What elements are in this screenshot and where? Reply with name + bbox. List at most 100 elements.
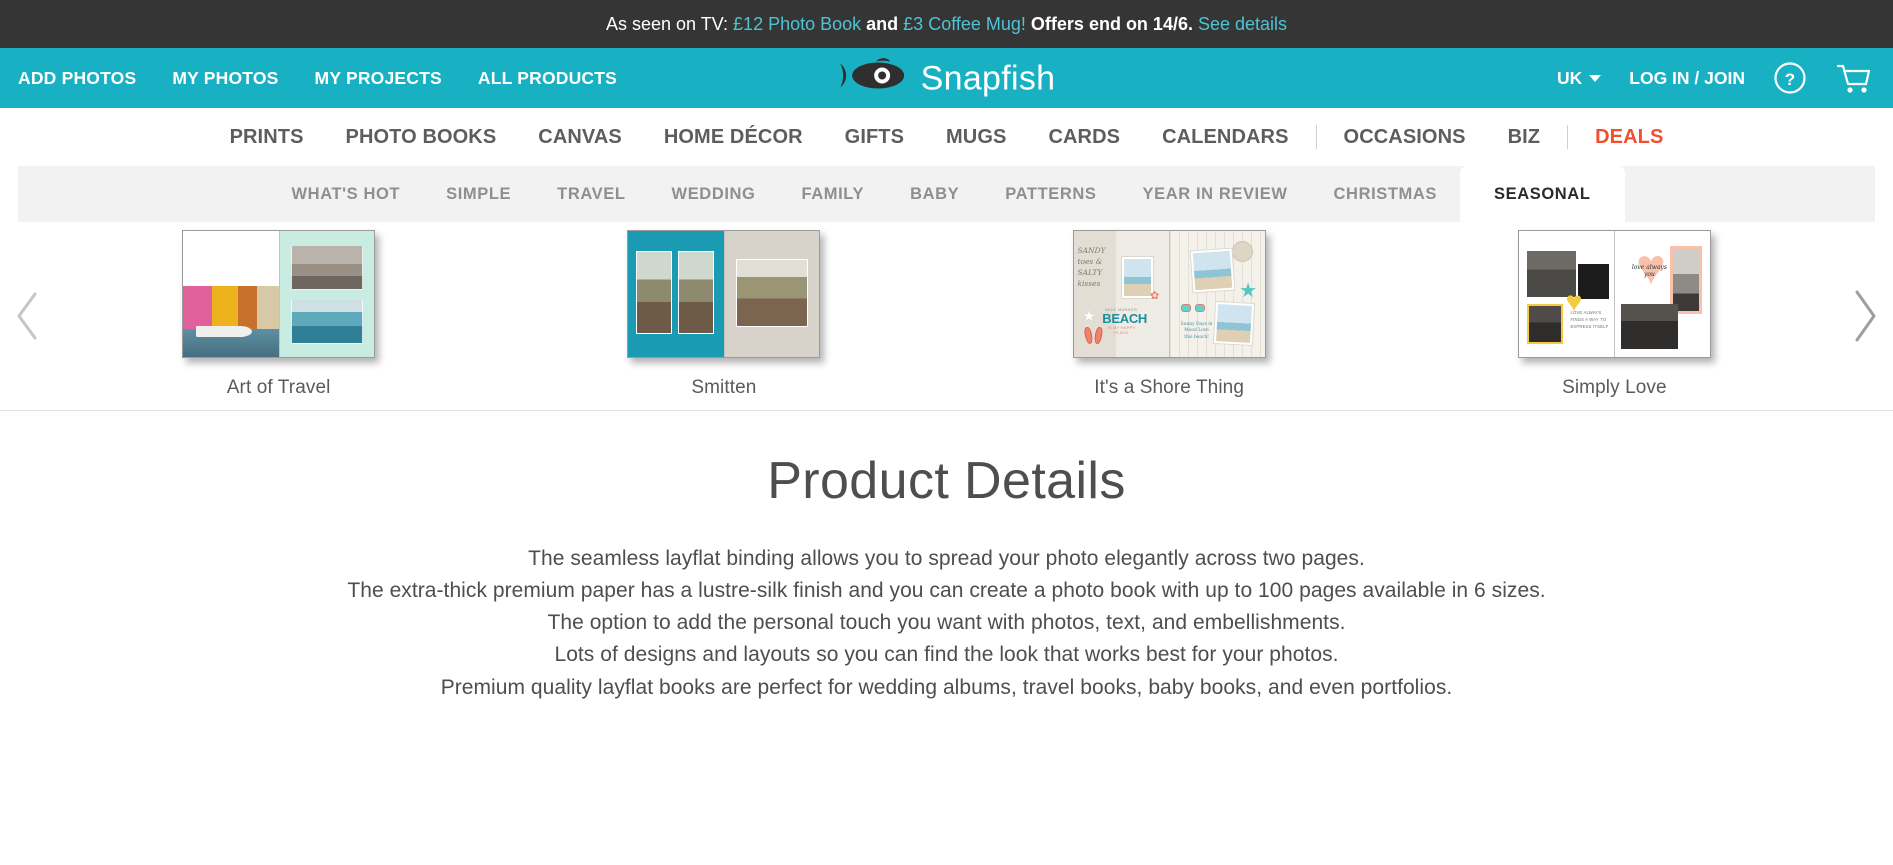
photo-couple-2 [678,251,715,335]
snapfish-logo[interactable]: Snapfish [838,58,1056,99]
shopping-cart-icon[interactable] [1835,61,1873,95]
detail-line: Lots of designs and layouts so you can f… [554,643,1339,667]
book-page-left [628,231,724,357]
flower-icon: ✿ [1150,290,1160,303]
promo-joiner: and [861,13,904,34]
snapfish-fish-logo-icon [838,58,912,99]
category-prints[interactable]: PRINTS [209,126,325,149]
nav-item-my-photos[interactable]: MY PHOTOS [172,68,278,89]
starfish-icon: ★ [1239,280,1258,303]
nav-item-add-photos[interactable]: ADD PHOTOS [18,68,136,89]
theme-tab-strip: WHAT'S HOT SIMPLE TRAVEL WEDDING FAMILY … [18,166,1875,222]
nav-item-my-projects[interactable]: MY PROJECTS [315,68,442,89]
design-carousel: Art of Travel Smitten SANDY toes & SALTY… [0,222,1893,410]
book-preview-simply-love: ♥ LOVE ALWAYS FINDS A WAY TO EXPRESS ITS… [1517,230,1711,358]
design-card-art-of-travel[interactable]: Art of Travel [179,230,379,399]
beach-label-sub: IS MY HAPPY PLACE [1107,324,1136,335]
chevron-right-icon[interactable] [1837,288,1893,344]
tab-christmas[interactable]: CHRISTMAS [1311,166,1460,222]
book-preview-its-a-shore-thing: SANDY toes & SALTY kisses ★ ✿ MILE MARKE… [1072,230,1266,358]
category-deals[interactable]: DEALS [1574,126,1684,149]
primary-nav-right-group: UK LOG IN / JOIN ? [1557,48,1873,108]
chevron-down-icon [1589,74,1602,82]
book-page-right: ★ Sunny Days in Mood Love this beach! [1169,231,1265,357]
shore-thing-script-text: SANDY toes & SALTY kisses [1077,246,1106,288]
design-card-label: It's a Shore Thing [1094,377,1245,398]
tab-year-in-review[interactable]: YEAR IN REVIEW [1120,166,1311,222]
category-gifts[interactable]: GIFTS [824,126,925,149]
log-in-join-link[interactable]: LOG IN / JOIN [1629,68,1745,89]
tab-patterns[interactable]: PATTERNS [982,166,1119,222]
tab-seasonal[interactable]: SEASONAL [1460,166,1625,222]
detail-line: The extra-thick premium paper has a lust… [347,579,1546,603]
polaroid-photo-girl-running [1212,300,1255,346]
nav-divider [1315,125,1317,149]
tab-travel[interactable]: TRAVEL [534,166,648,222]
tab-baby[interactable]: BABY [887,166,982,222]
simply-love-caption: LOVE ALWAYS FINDS A WAY TO EXPRESS ITSEL… [1570,310,1609,330]
tab-family[interactable]: FAMILY [778,166,887,222]
book-preview-art-of-travel [182,230,376,358]
book-page-left: ♥ LOVE ALWAYS FINDS A WAY TO EXPRESS ITS… [1518,231,1615,357]
photo-couple-kiss-large [1621,304,1678,350]
page-title: Product Details [767,452,1126,510]
promo-banner: As seen on TV: £12 Photo Book and £3 Cof… [0,0,1893,48]
nav-divider [1567,125,1569,149]
sunglasses-icon [1181,304,1206,313]
chevron-left-icon[interactable] [0,290,56,342]
design-card-label: Smitten [691,377,757,398]
promo-prefix: As seen on TV: [605,13,734,34]
promo-see-details-link[interactable]: See details [1198,14,1287,35]
design-card-its-a-shore-thing[interactable]: SANDY toes & SALTY kisses ★ ✿ MILE MARKE… [1069,230,1269,399]
locale-label: UK [1557,67,1583,88]
category-mugs[interactable]: MUGS [925,126,1027,149]
boat-shape [196,325,252,337]
book-page-left: SANDY toes & SALTY kisses ★ ✿ MILE MARKE… [1073,231,1170,357]
book-page-left [183,231,279,357]
polaroid-photo-paddleboard [1121,256,1154,300]
category-canvas[interactable]: CANVAS [517,126,643,149]
simply-love-heart-script: love always you [1631,263,1667,278]
beach-label-word: BEACH [1102,310,1148,326]
detail-line: Premium quality layflat books are perfec… [440,675,1453,699]
design-card-simply-love[interactable]: ♥ LOVE ALWAYS FINDS A WAY TO EXPRESS ITS… [1514,230,1714,399]
beach-label-block: MILE MARKER BEACH IS MY HAPPY PLACE [1102,307,1148,335]
tab-simple[interactable]: SIMPLE [423,166,534,222]
design-card-smitten[interactable]: Smitten [624,230,824,399]
tab-whats-hot[interactable]: WHAT'S HOT [269,166,424,222]
locale-selector[interactable]: UK [1557,67,1602,89]
category-cards[interactable]: CARDS [1027,126,1141,149]
category-navigation-bar: PRINTS PHOTO BOOKS CANVAS HOME DÉCOR GIF… [0,108,1893,166]
polaroid-photo-beach [1189,247,1236,293]
tab-wedding[interactable]: WEDDING [649,166,779,222]
svg-text:?: ? [1785,70,1795,89]
primary-navigation-bar: ADD PHOTOS MY PHOTOS MY PROJECTS ALL PRO… [0,48,1893,108]
category-biz[interactable]: BIZ [1487,126,1562,149]
product-details-section: Product Details The seamless layflat bin… [0,410,1893,704]
promo-offer-coffee-mug[interactable]: £3 Coffee Mug! [903,14,1026,35]
category-photo-books[interactable]: PHOTO BOOKS [325,126,518,149]
book-page-right [278,231,375,357]
design-card-label: Simply Love [1562,377,1667,398]
book-preview-smitten [627,230,821,358]
detail-line: The seamless layflat binding allows you … [528,547,1365,570]
carousel-cards: Art of Travel Smitten SANDY toes & SALTY… [56,222,1837,410]
detail-line: The option to add the personal touch you… [547,611,1346,635]
photo-gondolas [290,299,363,345]
photo-couple-3 [736,258,809,327]
star-icon: ★ [1082,308,1096,326]
nav-item-all-products[interactable]: ALL PRODUCTS [478,68,617,89]
promo-suffix: Offers end on 14/6. [1025,13,1198,34]
question-circle-icon[interactable]: ? [1773,61,1807,95]
category-occasions[interactable]: OCCASIONS [1323,126,1487,149]
category-home-decor[interactable]: HOME DÉCOR [643,126,824,149]
category-calendars[interactable]: CALENDARS [1141,126,1309,149]
cloud-shape [242,258,271,269]
cloud-shape [227,238,262,250]
snapfish-wordmark: Snapfish [920,59,1056,97]
houses-row [183,286,279,332]
product-details-lines: The seamless layflat binding allows you … [0,543,1893,704]
primary-nav-left-group: ADD PHOTOS MY PHOTOS MY PROJECTS ALL PRO… [0,68,617,89]
promo-offer-photo-book[interactable]: £12 Photo Book [733,14,861,35]
photo-couple-1 [636,251,673,335]
